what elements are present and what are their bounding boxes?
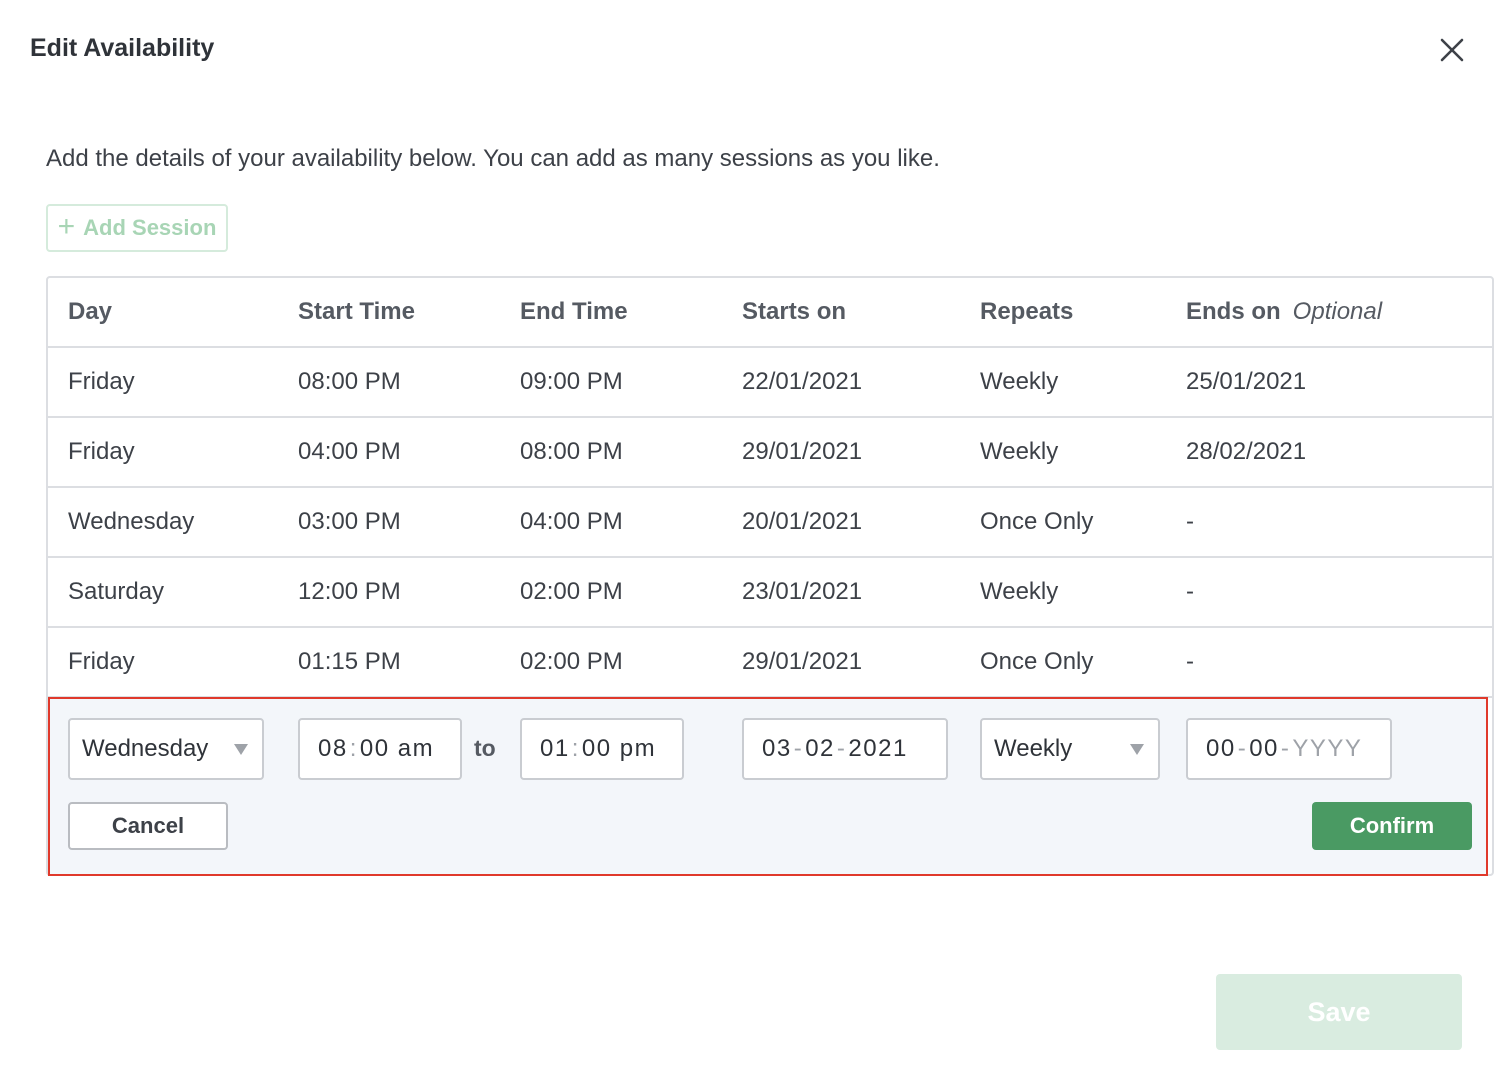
row-starts-on: 23/01/2021 — [742, 578, 863, 605]
row-repeats: Weekly — [980, 578, 1059, 605]
row-end-time: 04:00 PM — [520, 508, 623, 535]
header-end-time: End Time — [520, 298, 628, 325]
start-hour: 08 — [318, 735, 348, 762]
row-repeats: Once Only — [980, 648, 1094, 675]
row-start-time: 03:00 PM — [298, 508, 401, 535]
header-ends-on-label: Ends on — [1186, 298, 1281, 325]
add-session-button[interactable]: + Add Session — [46, 204, 228, 252]
row-start-time: 01:15 PM — [298, 648, 401, 675]
table-row[interactable]: Wednesday 03:00 PM 04:00 PM 20/01/2021 O… — [48, 488, 1492, 558]
row-ends-on: - — [1186, 508, 1194, 535]
starts-on-date-input[interactable]: 03-02-2021 — [742, 718, 948, 780]
row-end-time: 08:00 PM — [520, 438, 623, 465]
chevron-down-icon — [1130, 744, 1144, 755]
row-repeats: Once Only — [980, 508, 1094, 535]
header-ends-on-optional: Optional — [1292, 298, 1383, 325]
header-start-time: Start Time — [298, 298, 415, 325]
end-minute: 00 — [581, 735, 612, 762]
start-ampm: am — [397, 735, 435, 762]
row-repeats: Weekly — [980, 368, 1059, 395]
day-select[interactable]: Wednesday — [68, 718, 264, 780]
row-end-time: 02:00 PM — [520, 578, 623, 605]
row-starts-on: 29/01/2021 — [742, 438, 863, 465]
row-end-time: 02:00 PM — [520, 648, 623, 675]
row-day: Friday — [68, 438, 135, 465]
row-day: Saturday — [68, 578, 165, 605]
chevron-down-icon — [234, 744, 248, 755]
row-ends-on: - — [1186, 578, 1194, 605]
ends-on-part-3: YYYY — [1292, 735, 1363, 762]
plus-icon: + — [57, 209, 76, 243]
row-day: Wednesday — [68, 508, 195, 535]
table-row[interactable]: Friday 01:15 PM 02:00 PM 29/01/2021 Once… — [48, 628, 1492, 698]
day-select-value: Wednesday — [82, 735, 209, 762]
row-end-time: 09:00 PM — [520, 368, 623, 395]
row-start-time: 04:00 PM — [298, 438, 401, 465]
repeats-select-value: Weekly — [994, 735, 1073, 762]
header-day: Day — [68, 298, 113, 325]
header-repeats: Repeats — [980, 298, 1074, 325]
close-icon — [1440, 38, 1464, 62]
starts-on-part-2: 02 — [805, 735, 835, 762]
end-time-input[interactable]: 01:00 pm — [520, 718, 684, 780]
row-starts-on: 20/01/2021 — [742, 508, 863, 535]
dialog-title: Edit Availability — [30, 34, 215, 62]
row-day: Friday — [68, 368, 135, 395]
table-row[interactable]: Saturday 12:00 PM 02:00 PM 23/01/2021 We… — [48, 558, 1492, 628]
to-label: to — [474, 735, 496, 761]
table-row[interactable]: Friday 04:00 PM 08:00 PM 29/01/2021 Week… — [48, 418, 1492, 488]
row-start-time: 12:00 PM — [298, 578, 401, 605]
row-day: Friday — [68, 648, 135, 675]
confirm-button[interactable]: Confirm — [1312, 802, 1472, 850]
starts-on-part-3: 2021 — [848, 735, 908, 762]
intro-text: Add the details of your availability bel… — [46, 145, 940, 172]
add-session-label: Add Session — [83, 215, 217, 240]
ends-on-part-2: 00 — [1249, 735, 1279, 762]
repeats-select[interactable]: Weekly — [980, 718, 1160, 780]
save-button[interactable]: Save — [1216, 974, 1462, 1050]
header-starts-on: Starts on — [742, 298, 847, 325]
edit-session-row: Wednesday 08:00 am to 01:00 pm 03-02-202… — [48, 697, 1488, 876]
end-ampm: pm — [619, 735, 657, 762]
row-starts-on: 22/01/2021 — [742, 368, 863, 395]
ends-on-date-input[interactable]: 00-00- YYYY — [1186, 718, 1392, 780]
table-header-row: Day Start Time End Time Starts on Repeat… — [48, 278, 1492, 348]
row-start-time: 08:00 PM — [298, 368, 401, 395]
close-button[interactable] — [1434, 32, 1470, 68]
row-starts-on: 29/01/2021 — [742, 648, 863, 675]
row-ends-on: 28/02/2021 — [1186, 438, 1307, 465]
end-hour: 01 — [540, 735, 570, 762]
table-row[interactable]: Friday 08:00 PM 09:00 PM 22/01/2021 Week… — [48, 348, 1492, 418]
row-repeats: Weekly — [980, 438, 1059, 465]
row-ends-on: - — [1186, 648, 1194, 675]
start-time-input[interactable]: 08:00 am — [298, 718, 462, 780]
cancel-button[interactable]: Cancel — [68, 802, 228, 850]
ends-on-part-1: 00 — [1206, 735, 1236, 762]
start-minute: 00 — [359, 735, 390, 762]
edit-availability-dialog: Edit Availability Add the details of you… — [0, 0, 1498, 1088]
starts-on-part-1: 03 — [762, 735, 792, 762]
row-ends-on: 25/01/2021 — [1186, 368, 1307, 395]
header-ends-on: Ends on Optional — [1186, 278, 1382, 346]
